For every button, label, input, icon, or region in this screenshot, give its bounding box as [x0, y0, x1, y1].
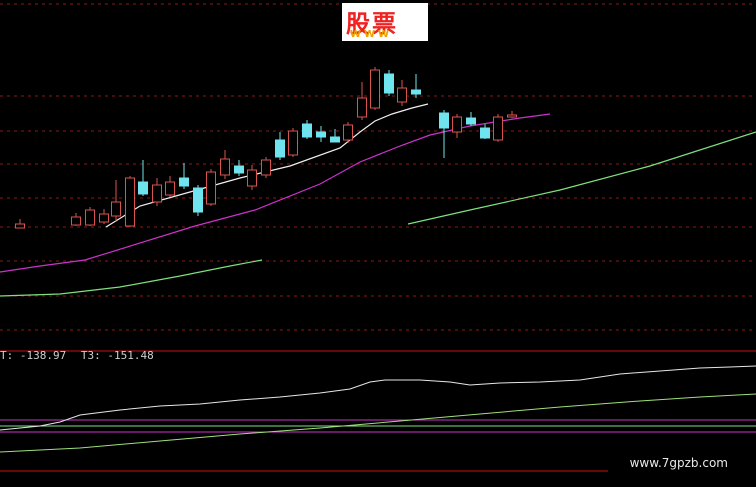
candle-body — [480, 127, 490, 139]
candle-body — [397, 87, 407, 103]
candle-1 — [71, 213, 81, 226]
candle-27 — [439, 110, 449, 158]
candle-body — [357, 97, 367, 118]
candle-body — [343, 124, 353, 141]
candle-body — [411, 89, 421, 95]
candle-5 — [125, 176, 135, 227]
candle-body — [439, 112, 449, 129]
candle-body — [316, 131, 326, 138]
candle-10 — [193, 185, 203, 216]
indicator-labels: T: -138.97 T3: -151.48 — [0, 349, 162, 362]
candle-30 — [480, 124, 490, 139]
candle-8 — [165, 176, 175, 197]
candle-19 — [316, 126, 326, 142]
candle-body — [466, 117, 476, 125]
candle-body — [330, 136, 340, 143]
candle-17 — [288, 128, 298, 157]
site-url: www.7gpzb.com — [629, 456, 728, 470]
candle-body — [179, 177, 189, 187]
candle-32 — [507, 111, 517, 118]
moving-average-lines — [0, 103, 756, 297]
candle-29 — [466, 112, 476, 126]
candle-body — [507, 114, 517, 118]
candle-9 — [179, 163, 189, 189]
candle-body — [247, 169, 257, 187]
candle-body — [85, 209, 95, 226]
candle-26 — [411, 74, 421, 98]
chart-stage: T: -138.97 T3: -151.48 股票 WWW www.7gpzb.… — [0, 0, 756, 487]
ma-mid-line — [0, 113, 551, 273]
candle-body — [275, 139, 285, 158]
candle-body — [288, 130, 298, 156]
candle-22 — [357, 82, 367, 120]
candle-14 — [247, 165, 257, 190]
indicator-label-t: T: -138.97 — [0, 349, 67, 362]
candle-body — [261, 159, 271, 176]
ma-long-line — [0, 259, 263, 297]
candle-body — [152, 184, 162, 203]
candle-body — [384, 73, 394, 94]
watermark-logo: 股票 WWW — [342, 3, 428, 41]
candle-23 — [370, 67, 380, 110]
candle-16 — [275, 132, 285, 160]
candle-31 — [493, 114, 503, 142]
candle-body — [99, 213, 109, 223]
candle-28 — [452, 114, 462, 138]
candle-18 — [302, 120, 312, 139]
candle-body — [15, 223, 25, 229]
indicator-lines — [0, 365, 756, 453]
candle-13 — [234, 160, 244, 176]
candle-2 — [85, 207, 95, 226]
candle-24 — [384, 70, 394, 96]
candle-body — [220, 158, 230, 176]
candle-15 — [261, 157, 271, 178]
candle-3 — [99, 209, 109, 224]
candle-body — [138, 181, 148, 195]
indicator-label-t3: T3: -151.48 — [80, 349, 154, 362]
candle-body — [493, 116, 503, 141]
candle-body — [206, 171, 216, 205]
candle-body — [125, 177, 135, 227]
candle-body — [370, 69, 380, 109]
candle-21 — [343, 122, 353, 143]
candle-body — [234, 165, 244, 174]
candle-body — [111, 201, 121, 217]
candle-0 — [15, 219, 25, 229]
indicator-t3-line — [0, 393, 756, 453]
candle-7 — [152, 178, 162, 206]
candles — [15, 67, 517, 229]
candle-body — [193, 187, 203, 213]
candle-6 — [138, 160, 148, 196]
candle-body — [302, 123, 312, 138]
candle-4 — [111, 180, 121, 222]
candle-body — [452, 116, 462, 133]
watermark-sub: WWW — [350, 29, 393, 40]
candle-body — [165, 181, 175, 196]
candle-body — [71, 216, 81, 226]
ma-long-line-2 — [407, 131, 756, 225]
candle-12 — [220, 150, 230, 179]
candle-25 — [397, 80, 407, 106]
candlestick-chart — [0, 3, 756, 472]
candle-11 — [206, 169, 216, 206]
